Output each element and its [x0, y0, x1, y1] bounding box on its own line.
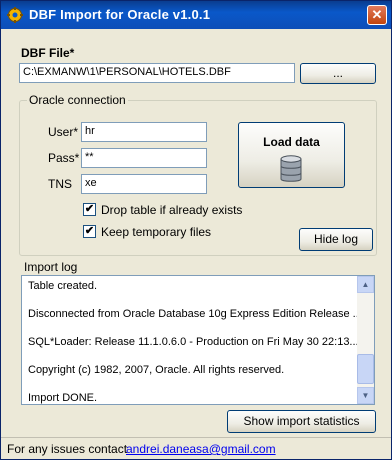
oracle-connection-title: Oracle connection — [27, 93, 128, 107]
window-title: DBF Import for Oracle v1.0.1 — [29, 7, 211, 22]
load-data-label: Load data — [263, 135, 320, 149]
tns-input[interactable]: xe — [81, 174, 207, 194]
drop-table-checkbox[interactable]: ✔ — [83, 203, 96, 216]
gear-icon — [7, 7, 23, 23]
drop-table-label: Drop table if already exists — [101, 203, 243, 217]
close-button[interactable]: ✕ — [367, 5, 387, 25]
log-line: Copyright (c) 1982, 2007, Oracle. All ri… — [28, 364, 285, 376]
dbf-path-input[interactable]: C:\EXMANW\1\PERSONAL\HOTELS.DBF — [19, 63, 295, 83]
scroll-up-icon[interactable]: ▲ — [357, 276, 374, 293]
scroll-thumb[interactable] — [357, 354, 374, 384]
tns-label: TNS — [48, 177, 72, 191]
log-scrollbar[interactable]: ▲ ▼ — [357, 276, 374, 404]
browse-button[interactable]: ... — [300, 63, 376, 84]
user-input[interactable]: hr — [81, 122, 207, 142]
keep-temp-label: Keep temporary files — [101, 225, 212, 239]
import-log-label: Import log — [24, 260, 78, 274]
footer: For any issues contact andrei.daneasa@gm… — [1, 437, 391, 460]
log-line: Disconnected from Oracle Database 10g Ex… — [28, 308, 362, 320]
keep-temp-checkbox[interactable]: ✔ — [83, 225, 96, 238]
title-bar[interactable]: DBF Import for Oracle v1.0.1 ✕ — [1, 1, 391, 29]
pass-label: Pass* — [48, 151, 80, 165]
hide-log-button[interactable]: Hide log — [299, 228, 373, 251]
pass-input[interactable]: ** — [81, 148, 207, 168]
user-label: User* — [48, 125, 79, 139]
dbf-file-label: DBF File* — [21, 46, 75, 60]
footer-text: For any issues contact — [7, 442, 128, 456]
app-window: DBF Import for Oracle v1.0.1 ✕ DBF File*… — [0, 0, 392, 460]
show-statistics-button[interactable]: Show import statistics — [227, 410, 376, 433]
log-line: SQL*Loader: Release 11.1.0.6.0 - Product… — [28, 336, 359, 348]
database-icon — [280, 155, 302, 182]
log-line: Import DONE. — [28, 392, 98, 404]
contact-email-link[interactable]: andrei.daneasa@gmail.com — [126, 442, 276, 456]
scroll-down-icon[interactable]: ▼ — [357, 387, 374, 404]
load-data-button[interactable]: Load data — [238, 122, 345, 188]
import-log-box[interactable]: Table created. Disconnected from Oracle … — [21, 275, 375, 405]
log-line: Table created. — [28, 280, 98, 292]
